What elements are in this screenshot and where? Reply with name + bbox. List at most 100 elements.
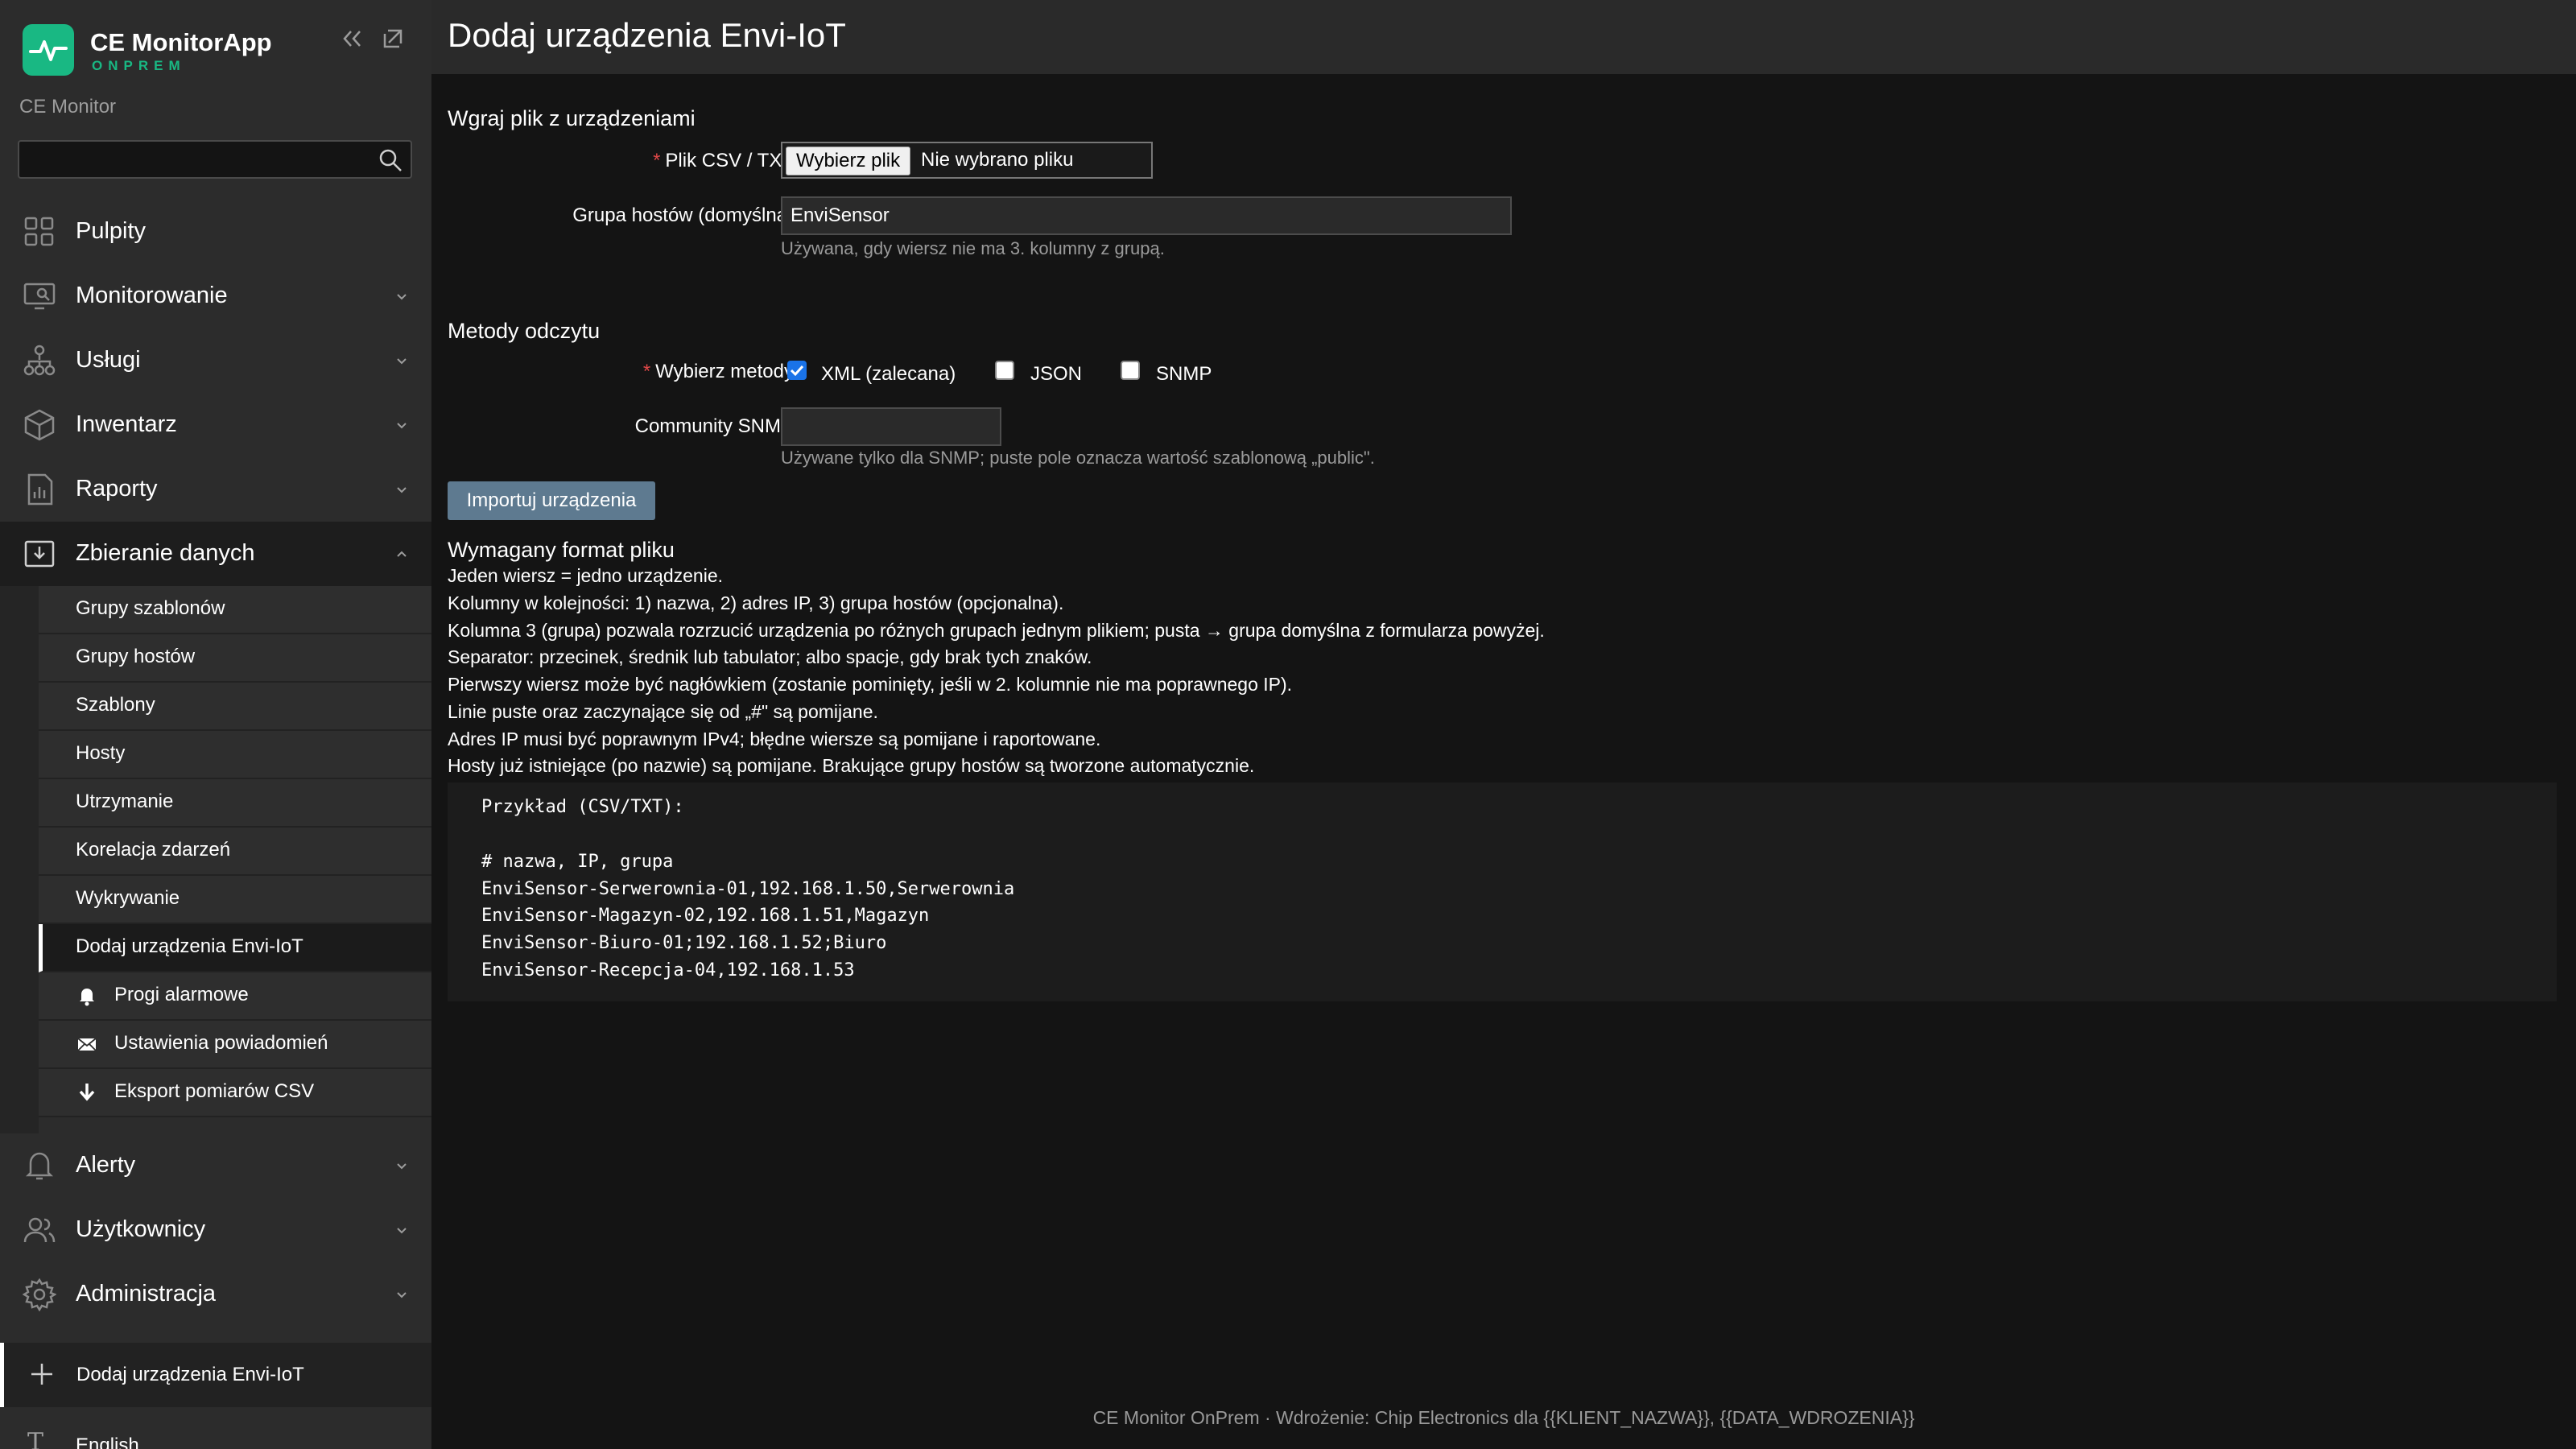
app-title: CE MonitorApp xyxy=(90,28,272,56)
arrow-down-icon xyxy=(76,1081,98,1104)
submenu-label: Dodaj urządzenia Envi-IoT xyxy=(76,935,303,957)
chevron-down-icon xyxy=(397,294,407,300)
search-icon[interactable] xyxy=(378,148,402,172)
nav-item-alerty[interactable]: Alerty xyxy=(0,1133,431,1198)
format-line: Hosty już istniejące (po nazwie) są pomi… xyxy=(448,755,1255,776)
submenu-label: Grupy szablonów xyxy=(76,597,225,619)
nav-item-label: Raporty xyxy=(76,476,158,502)
format-line: Kolumny w kolejności: 1) nazwa, 2) adres… xyxy=(448,592,1064,613)
required-marker: * xyxy=(642,361,651,382)
format-title: Wymagany format pliku xyxy=(448,538,675,562)
submenu-label: Grupy hostów xyxy=(76,646,196,667)
xml-checkbox[interactable] xyxy=(787,361,807,380)
main-content: Dodaj urządzenia Envi-IoT Wgraj plik z u… xyxy=(431,0,2576,1449)
host-group-input[interactable]: EnviSensor xyxy=(781,196,1512,235)
file-label-text: Plik CSV / TXT xyxy=(665,150,794,171)
pinned-label: Dodaj urządzenia Envi-IoT xyxy=(76,1364,304,1385)
submenu-item-grupy-szablonow[interactable]: Grupy szablonów xyxy=(39,586,431,634)
submenu-item-utrzymanie[interactable]: Utrzymanie xyxy=(39,779,431,828)
submenu-item-grupy-hostow[interactable]: Grupy hostów xyxy=(39,634,431,683)
json-label[interactable]: JSON xyxy=(1030,363,1082,386)
chevron-down-icon xyxy=(397,487,407,493)
upload-section-title: Wgraj plik z urządzeniami xyxy=(448,106,696,130)
submenu-list: Grupy szablonów Grupy hostów Szablony Ho… xyxy=(39,586,431,1117)
community-help: Używane tylko dla SNMP; puste pole oznac… xyxy=(781,448,1375,468)
submenu-rail xyxy=(0,586,39,1133)
xml-label[interactable]: XML (zalecana) xyxy=(821,363,956,386)
example-line: EnviSensor-Biuro-01;192.168.1.52;Biuro xyxy=(481,933,887,953)
choose-file-button[interactable]: Wybierz plik xyxy=(786,147,911,175)
nav-item-zbieranie-danych[interactable]: Zbieranie danych xyxy=(0,522,431,586)
header-bar: Dodaj urządzenia Envi-IoT xyxy=(431,0,2576,74)
format-line: Kolumna 3 (grupa) pozwala rozrzucić urzą… xyxy=(448,620,1545,641)
nav-item-monitorowanie[interactable]: Monitorowanie xyxy=(0,264,431,328)
file-status: Nie wybrano pliku xyxy=(921,149,1074,171)
nav-item-uzytkownicy[interactable]: Użytkownicy xyxy=(0,1198,431,1262)
community-label: Community SNMP xyxy=(634,415,794,437)
pinned-shortcut[interactable]: Dodaj urządzenia Envi-IoT xyxy=(0,1343,431,1407)
submenu-item-hosty[interactable]: Hosty xyxy=(39,731,431,779)
bell-icon xyxy=(76,985,98,1007)
undock-icon[interactable] xyxy=(378,24,407,53)
chevron-up-icon xyxy=(397,551,407,557)
submenu-item-korelacja-zdarzen[interactable]: Korelacja zdarzeń xyxy=(39,828,431,876)
group-label: Grupa hostów (domyślna) xyxy=(572,204,794,226)
import-button[interactable]: Importuj urządzenia xyxy=(448,481,655,520)
nav-item-label: Użytkownicy xyxy=(76,1216,206,1242)
example-line: EnviSensor-Recepcja-04,192.168.1.53 xyxy=(481,960,855,980)
bell-icon xyxy=(23,1149,56,1183)
submenu-item-wykrywanie[interactable]: Wykrywanie xyxy=(39,876,431,924)
methods-label-text: Wybierz metody xyxy=(655,361,794,382)
app-logo-icon[interactable] xyxy=(23,24,74,76)
example-line: EnviSensor-Magazyn-02,192.168.1.51,Magaz… xyxy=(481,906,930,926)
json-checkbox[interactable] xyxy=(995,361,1014,380)
nav-item-label: Usługi xyxy=(76,347,141,373)
nav-item-administracja[interactable]: Administracja xyxy=(0,1262,431,1327)
snmp-label[interactable]: SNMP xyxy=(1156,363,1212,386)
example-line: # nazwa, IP, grupa xyxy=(481,852,674,872)
submenu-label: Utrzymanie xyxy=(76,791,174,812)
language-label: English xyxy=(76,1435,139,1449)
required-marker: * xyxy=(653,150,661,171)
plus-icon xyxy=(31,1364,52,1385)
file-label: * Plik CSV / TXT xyxy=(653,150,794,172)
example-code-block: Przykład (CSV/TXT): # nazwa, IP, grupa E… xyxy=(448,782,2557,1001)
services-icon xyxy=(23,344,56,378)
methods-section-title: Metody odczytu xyxy=(448,319,601,343)
nav-item-inwentarz[interactable]: Inwentarz xyxy=(0,393,431,457)
chevron-down-icon xyxy=(397,1163,407,1170)
collapse-sidebar-icon[interactable] xyxy=(338,24,367,53)
submenu-item-dodaj-urzadzenia[interactable]: Dodaj urządzenia Envi-IoT xyxy=(39,924,431,972)
file-input[interactable]: Wybierz plik Nie wybrano pliku xyxy=(781,142,1153,179)
page-title: Dodaj urządzenia Envi-IoT xyxy=(448,16,846,54)
submenu-label: Szablony xyxy=(76,694,155,716)
download-icon xyxy=(23,537,56,571)
chevron-down-icon xyxy=(397,358,407,365)
nav-item-pulpity[interactable]: Pulpity xyxy=(0,200,431,264)
nav-item-label: Monitorowanie xyxy=(76,283,228,308)
submenu-item-eksport-csv[interactable]: Eksport pomiarów CSV xyxy=(39,1069,431,1117)
gear-icon xyxy=(23,1278,56,1311)
nav-item-uslugi[interactable]: Usługi xyxy=(0,328,431,393)
nav-item-label: Administracja xyxy=(76,1281,217,1307)
snmp-checkbox[interactable] xyxy=(1121,361,1140,380)
footer: CE Monitor OnPrem · Wdrożenie: Chip Elec… xyxy=(1092,1407,1915,1428)
submenu-item-ustawienia-powiadomien[interactable]: Ustawienia powiadomień xyxy=(39,1021,431,1069)
community-input[interactable] xyxy=(781,407,1001,446)
methods-label: * Wybierz metody xyxy=(643,361,794,383)
submenu-label: Wykrywanie xyxy=(76,887,180,909)
breadcrumb[interactable]: CE Monitor xyxy=(19,96,116,118)
example-line: EnviSensor-Serwerownia-01,192.168.1.50,S… xyxy=(481,879,1015,899)
search-input[interactable] xyxy=(18,140,412,179)
chevron-down-icon xyxy=(397,1292,407,1298)
nav-item-label: Alerty xyxy=(76,1152,136,1178)
submenu-item-szablony[interactable]: Szablony xyxy=(39,683,431,731)
submenu-label: Ustawienia powiadomień xyxy=(114,1032,328,1054)
nav-item-raporty[interactable]: Raporty xyxy=(0,457,431,522)
language-switch[interactable]: T English xyxy=(0,1410,431,1449)
nav-item-label: Zbieranie danych xyxy=(76,540,255,566)
example-title: Przykład (CSV/TXT): xyxy=(481,797,684,817)
sidebar: CE MonitorApp ONPREM CE Monitor Pulpity … xyxy=(0,0,431,1449)
chevron-down-icon xyxy=(397,423,407,429)
submenu-item-progi-alarmowe[interactable]: Progi alarmowe xyxy=(39,972,431,1021)
